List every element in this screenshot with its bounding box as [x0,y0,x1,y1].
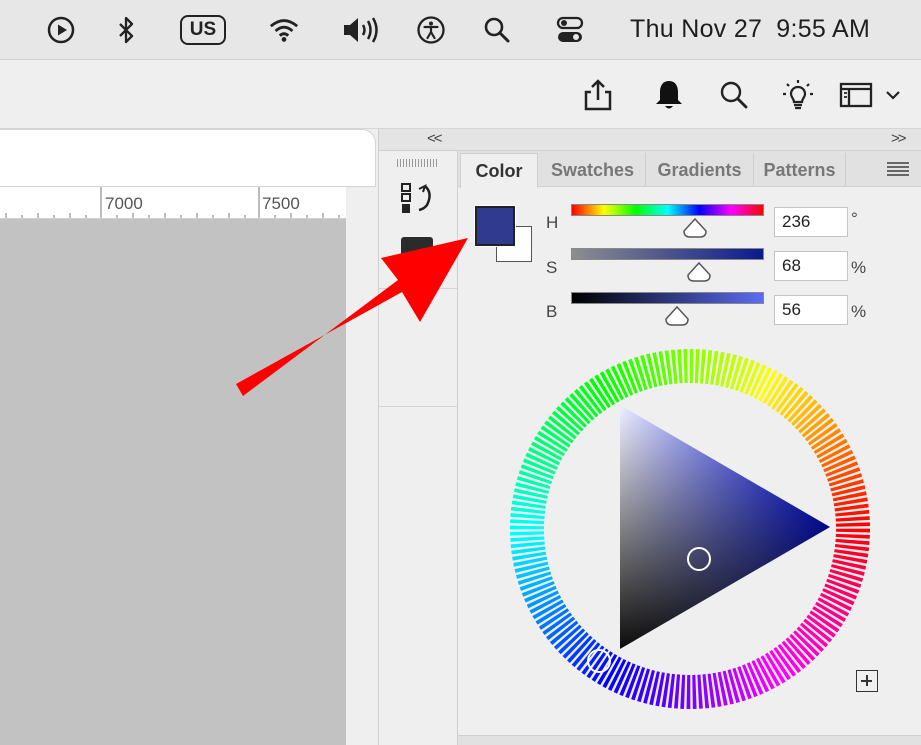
hue-ring-segment [702,674,710,709]
panel-icon-dock [378,151,458,745]
document-area: 7000 7500 [0,129,378,745]
brightness-value-field[interactable]: 56 [774,295,848,325]
panel-collapse-bar: << >> [378,129,921,151]
hue-slider-track[interactable] [571,204,764,216]
spotlight-search-icon[interactable] [481,14,513,46]
panel-menu-icon[interactable] [887,162,909,176]
tab-gradients[interactable]: Gradients [646,153,754,187]
search-icon[interactable] [716,77,752,113]
hue-ring-segment [699,349,707,384]
hue-ring-segment [697,674,703,709]
tab-color[interactable]: Color [460,153,538,188]
saturation-slider-thumb[interactable] [686,261,712,283]
bell-icon[interactable] [651,77,687,113]
brightness-label: B [546,302,558,321]
hue-ring-segment [670,349,678,384]
hue-ring-segment [835,509,870,517]
accessibility-icon[interactable] [415,14,447,46]
hue-ring-segment [689,349,694,384]
hue-ring-segment [510,541,545,549]
share-icon[interactable] [580,77,616,113]
saturation-value-field[interactable]: 68 [774,251,848,281]
hue-wheel[interactable] [508,347,872,711]
keyboard-layout-badge[interactable]: US [180,15,226,45]
expand-right-button[interactable]: >> [891,130,906,147]
hue-ring-segment [683,349,688,384]
color-swatch-icon[interactable] [401,237,433,263]
hue-ring-segment [835,522,870,527]
hue-ring-segment [835,538,870,546]
saturation-unit: % [851,258,867,277]
hue-label: H [546,213,559,232]
menu-bar: US Thu Nov 27 9:55 AM [0,0,921,60]
hue-ring-segment [686,674,691,709]
add-swatch-icon[interactable] [856,670,878,692]
saturation-label: S [546,258,558,277]
color-panel: Color Swatches Gradients Patterns H 236 … [458,151,921,745]
workspace-icon[interactable] [838,77,874,113]
volume-icon[interactable] [340,14,384,46]
image-canvas[interactable] [0,219,346,745]
hue-ring-segment [835,533,870,539]
menubar-clock[interactable]: Thu Nov 27 9:55 AM [630,15,870,44]
dock-separator [379,406,457,407]
canvas-pasteboard [346,187,376,745]
ruler-label: 7500 [262,194,300,213]
hue-value-field[interactable]: 236 [774,207,848,237]
hue-ring-segment [835,528,870,533]
collapse-left-button[interactable]: << [427,130,442,147]
document-tab[interactable] [0,129,376,187]
ruler-label: 7000 [105,194,143,213]
options-bar [0,61,921,129]
wifi-icon[interactable] [268,14,300,46]
dock-panel-group [379,151,457,289]
hue-ring-segment [677,349,683,384]
hue-ring-segment [680,674,686,709]
brightness-slider-track[interactable] [571,292,764,304]
horizontal-ruler[interactable]: 7000 7500 [0,187,346,219]
tab-swatches[interactable]: Swatches [540,153,646,187]
play-circle-icon[interactable] [45,14,77,46]
panel-tab-bar: Color Swatches Gradients Patterns [458,151,921,188]
brightness-slider-thumb[interactable] [664,305,690,327]
hue-ring-segment [510,512,545,520]
color-triangle-shade-fill [620,405,830,649]
hue-ring-segment [692,674,697,709]
foreground-color-swatch[interactable] [474,205,516,247]
dock-grip-handle[interactable] [397,159,437,167]
hue-unit: ° [851,209,858,228]
bluetooth-icon[interactable] [110,14,142,46]
hue-ring-segment [510,519,545,525]
control-center-icon[interactable] [554,14,586,46]
hue-slider-thumb[interactable] [682,217,708,239]
panel-bottom-bar [458,735,921,745]
hue-ring-segment [510,536,545,542]
lightbulb-icon[interactable] [780,77,816,113]
hue-ring-segment [694,349,700,384]
tab-patterns[interactable]: Patterns [754,153,846,187]
saturation-slider-track[interactable] [571,248,764,260]
hue-ring-segment [673,674,681,709]
hue-ring-segment [510,525,545,530]
hue-ring-segment [835,516,870,522]
history-icon[interactable] [399,181,435,217]
chevron-down-icon[interactable] [880,77,906,113]
clock-time: 9:55 AM [776,15,871,43]
clock-date: Thu Nov 27 [630,15,763,43]
brightness-unit: % [851,302,867,321]
hue-ring-segment [510,531,545,536]
